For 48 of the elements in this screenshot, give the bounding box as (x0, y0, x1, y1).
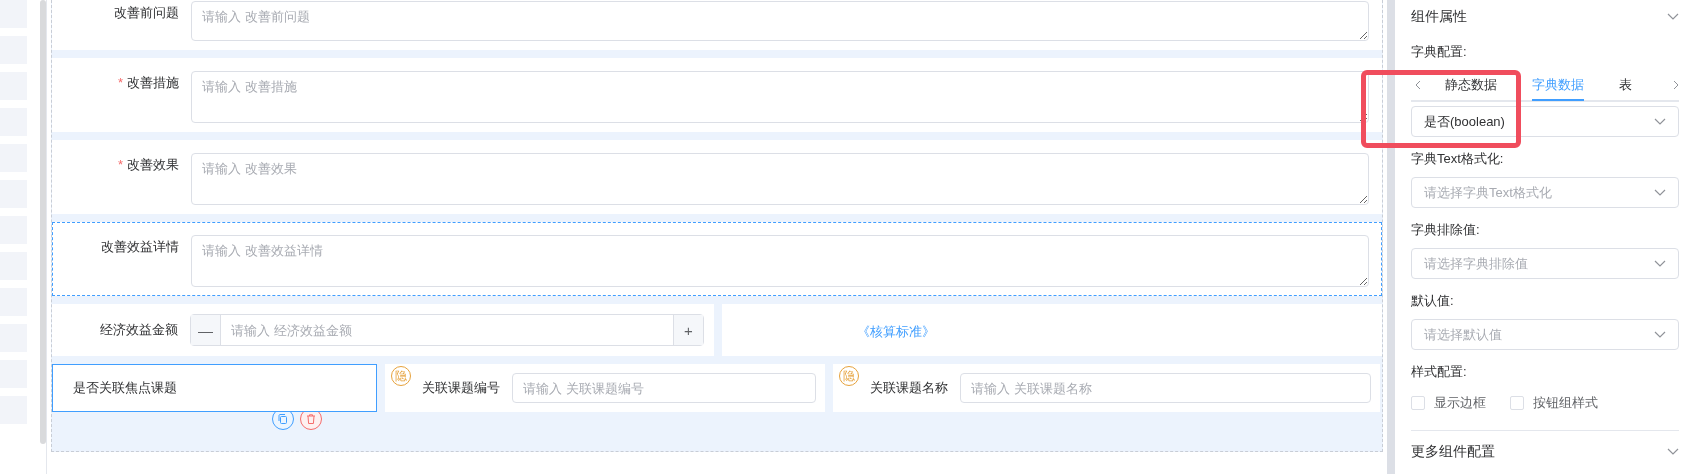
text-input[interactable]: 请输入 关联课题名称 (960, 373, 1371, 403)
field-label: 字典排除值: (1411, 222, 1481, 238)
chevron-right-icon[interactable] (1673, 80, 1679, 90)
text-area[interactable]: 请输入 改善效益详情 (191, 235, 1369, 287)
form-row[interactable]: 改善前问题 请输入 改善前问题 (52, 0, 1382, 50)
form-cell[interactable]: 隐 关联课题名称 请输入 关联课题名称 (833, 364, 1380, 412)
field-label: * 改善效果 (116, 156, 180, 174)
form-cell[interactable]: 隐 关联课题编号 请输入 关联课题编号 (385, 364, 825, 412)
field-label: 字典Text格式化: (1411, 151, 1505, 167)
scrollbar[interactable] (1387, 0, 1395, 474)
section-title: 组件属性 (1411, 8, 1467, 26)
chevron-down-icon[interactable] (1654, 188, 1666, 197)
chevron-left-icon[interactable] (1415, 80, 1421, 90)
text-area[interactable]: 请输入 改善措施 (191, 71, 1369, 123)
text-area[interactable]: 请输入 改善效果 (191, 153, 1369, 205)
chevron-down-icon[interactable] (1654, 259, 1666, 268)
checkbox-label[interactable]: 显示边框 (1434, 394, 1486, 412)
chevron-down-icon[interactable] (1654, 117, 1666, 126)
checkbox-label[interactable]: 按钮组样式 (1533, 394, 1598, 412)
form-cell[interactable]: 是否关联焦点课题 (52, 364, 377, 412)
field-label: 经济效益金额 (99, 321, 179, 339)
increment-button[interactable]: + (673, 315, 703, 345)
chevron-down-icon[interactable] (1667, 448, 1679, 456)
section-title: 更多组件配置 (1411, 443, 1495, 461)
field-label: 改善效益详情 (100, 238, 180, 256)
field-label: 关联课题名称 (870, 379, 948, 397)
decrement-button[interactable]: — (191, 315, 221, 345)
number-input[interactable]: — 请输入 经济效益金额 + (190, 314, 704, 346)
text-area[interactable]: 请输入 改善前问题 (191, 1, 1369, 41)
form-row[interactable]: * 改善效果 请输入 改善效果 (52, 140, 1382, 214)
field-label: 样式配置: (1411, 364, 1468, 380)
form-row[interactable]: 改善效益详情 请输入 改善效益详情 (52, 222, 1382, 296)
chevron-down-icon[interactable] (1654, 330, 1666, 339)
form-row[interactable]: * 改善措施 请输入 改善措施 (52, 58, 1382, 132)
scrollbar[interactable] (40, 0, 46, 444)
field-label: 是否关联焦点课题 (73, 379, 177, 397)
tab[interactable]: 静态数据 (1445, 71, 1497, 101)
field-label: 字典配置: (1411, 44, 1468, 60)
select-field[interactable]: 是否(boolean) (1411, 106, 1679, 137)
field-label: 关联课题编号 (422, 379, 500, 397)
checkbox[interactable] (1411, 396, 1425, 410)
tab[interactable]: 表 (1619, 71, 1632, 101)
field-label: 改善前问题 (113, 4, 180, 22)
text-input[interactable]: 请输入 关联课题编号 (512, 373, 816, 403)
chevron-down-icon[interactable] (1667, 13, 1679, 21)
field-label: 默认值: (1411, 293, 1455, 309)
field-label: * 改善措施 (116, 74, 180, 92)
checkbox[interactable] (1510, 396, 1524, 410)
